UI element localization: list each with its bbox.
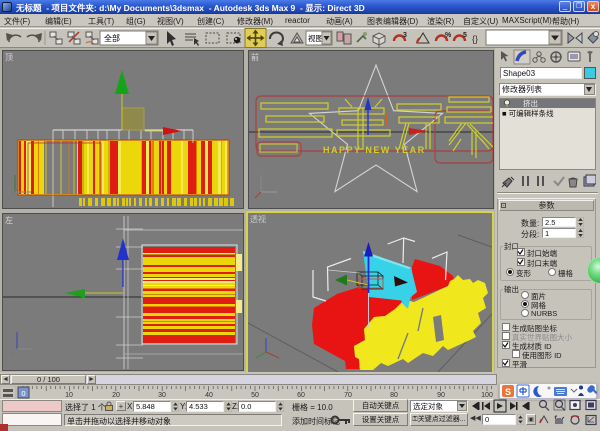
- svg-text:60: 60: [297, 392, 305, 399]
- svg-text:90: 90: [437, 392, 445, 399]
- svg-text:50: 50: [251, 392, 259, 399]
- svg-text:左: 左: [5, 215, 13, 225]
- svg-text:30: 30: [158, 392, 166, 399]
- svg-text:40: 40: [205, 392, 213, 399]
- svg-text:全部: 全部: [104, 33, 120, 43]
- svg-text:透视: 透视: [250, 214, 266, 224]
- svg-text:3: 3: [403, 32, 407, 39]
- svg-text:5: 5: [463, 32, 467, 39]
- svg-text:80: 80: [390, 392, 398, 399]
- svg-text:20: 20: [112, 392, 120, 399]
- svg-text:S: S: [505, 387, 511, 397]
- svg-text:100: 100: [481, 392, 493, 399]
- svg-text:10: 10: [65, 392, 73, 399]
- svg-text:0: 0: [21, 389, 25, 398]
- svg-text:%: %: [445, 32, 452, 39]
- svg-text:顶: 顶: [5, 53, 13, 62]
- svg-text:{}: {}: [472, 34, 478, 44]
- svg-text:视图: 视图: [308, 33, 323, 43]
- svg-text:70: 70: [344, 392, 352, 399]
- svg-text:HAPPY NEW YEAR: HAPPY NEW YEAR: [323, 145, 426, 155]
- svg-text:前: 前: [251, 52, 259, 62]
